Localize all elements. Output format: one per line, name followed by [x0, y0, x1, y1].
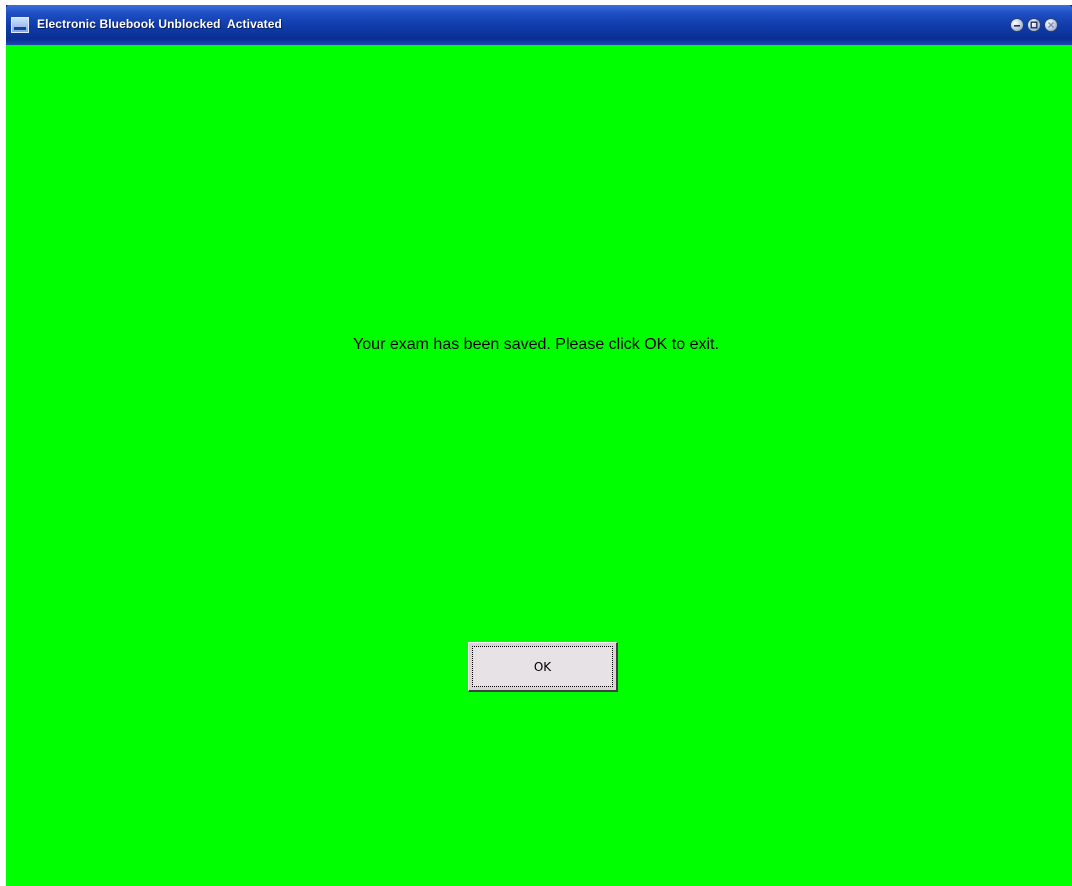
app-icon[interactable] [11, 17, 29, 33]
minimize-button[interactable] [1011, 19, 1023, 31]
ok-button[interactable]: OK [468, 642, 618, 692]
exam-saved-screen: Your exam has been saved. Please click O… [6, 45, 1072, 886]
minimize-icon [1014, 25, 1020, 27]
title-bar[interactable]: Electronic Bluebook Unblocked Activated [6, 5, 1072, 45]
app-window: Electronic Bluebook Unblocked Activated … [6, 5, 1072, 886]
ok-button-label: OK [472, 646, 613, 687]
close-button[interactable] [1045, 19, 1057, 31]
saved-message: Your exam has been saved. Please click O… [353, 336, 719, 353]
maximize-icon [1030, 21, 1038, 29]
maximize-button[interactable] [1028, 19, 1040, 31]
close-icon [1048, 22, 1054, 28]
window-title: Electronic Bluebook Unblocked Activated [37, 17, 282, 31]
